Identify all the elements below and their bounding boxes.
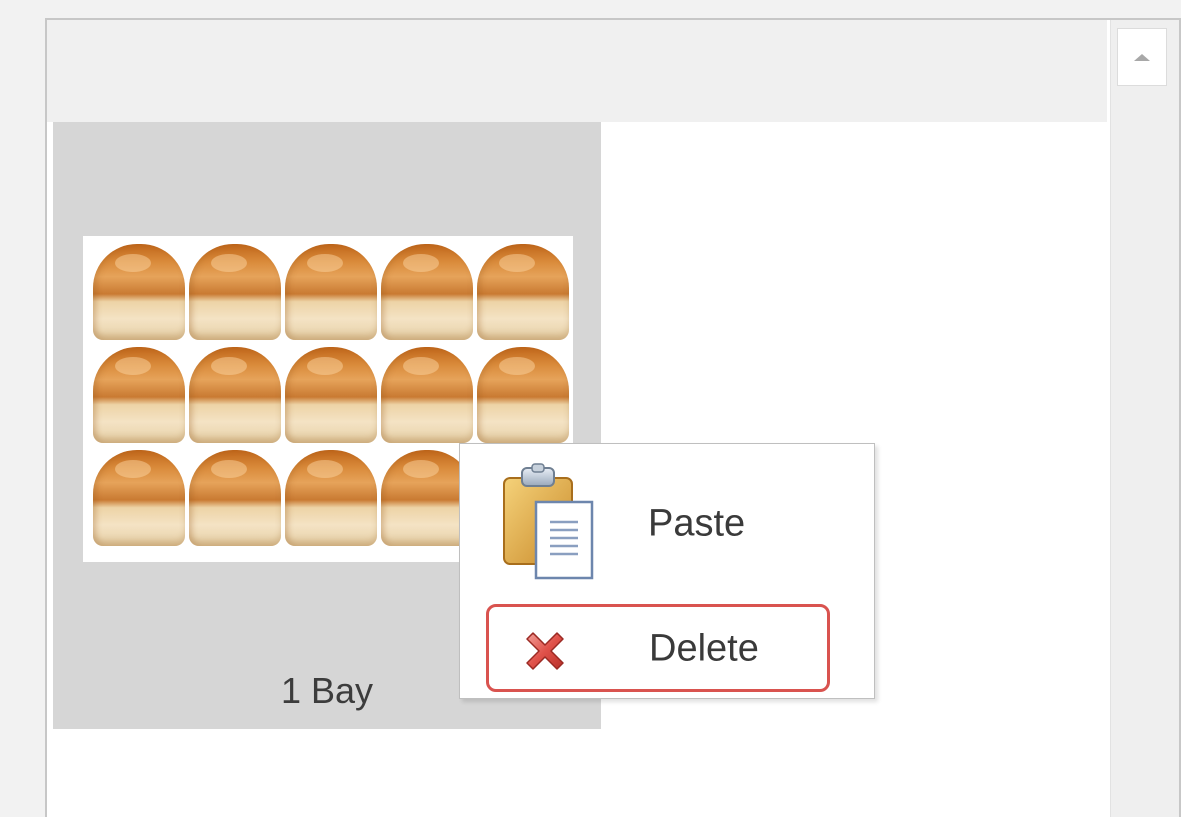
scroll-up-arrow-icon[interactable] — [1117, 28, 1167, 86]
bread-roll — [381, 244, 473, 340]
bread-roll — [285, 244, 377, 340]
bread-roll — [285, 347, 377, 443]
bread-roll — [189, 450, 281, 546]
red-x-delete-icon — [526, 632, 564, 670]
bread-roll — [93, 347, 185, 443]
app-window: 1 Bay Paste Delete — [0, 0, 1181, 817]
bread-roll — [381, 347, 473, 443]
bread-roll — [285, 450, 377, 546]
bread-roll — [477, 347, 569, 443]
context-menu: Paste Delete — [459, 443, 875, 699]
paste-menu-item[interactable]: Paste — [486, 462, 830, 580]
bread-roll — [189, 347, 281, 443]
clipboard-paste-icon — [503, 463, 594, 580]
bread-roll — [93, 450, 185, 546]
panel-header — [47, 20, 1107, 122]
bread-roll — [477, 244, 569, 340]
bread-roll — [93, 244, 185, 340]
paste-label: Paste — [648, 502, 746, 545]
bread-roll — [189, 244, 281, 340]
delete-menu-item[interactable]: Delete — [486, 604, 830, 692]
delete-label: Delete — [649, 627, 759, 670]
vertical-scrollbar[interactable] — [1110, 20, 1179, 817]
